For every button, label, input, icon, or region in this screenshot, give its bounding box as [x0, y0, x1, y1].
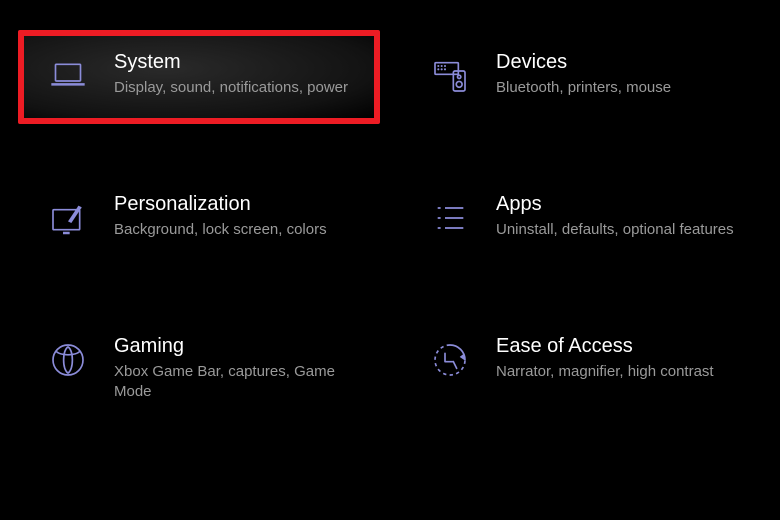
ease-of-access-icon	[426, 336, 474, 384]
settings-item-desc: Xbox Game Bar, captures, Game Mode	[114, 362, 358, 403]
settings-item-title: Devices	[496, 50, 671, 74]
apps-icon	[426, 194, 474, 242]
settings-grid: System Display, sound, notifications, po…	[0, 0, 780, 457]
settings-item-text: System Display, sound, notifications, po…	[114, 50, 348, 98]
settings-item-title: System	[114, 50, 348, 74]
settings-item-desc: Uninstall, defaults, optional features	[496, 220, 734, 240]
personalization-icon	[44, 194, 92, 242]
settings-item-desc: Display, sound, notifications, power	[114, 78, 348, 98]
devices-icon	[426, 52, 474, 100]
settings-item-desc: Bluetooth, printers, mouse	[496, 78, 671, 98]
settings-item-system[interactable]: System Display, sound, notifications, po…	[18, 30, 380, 124]
settings-item-text: Ease of Access Narrator, magnifier, high…	[496, 334, 714, 382]
settings-item-title: Ease of Access	[496, 334, 714, 358]
settings-item-desc: Narrator, magnifier, high contrast	[496, 362, 714, 382]
settings-item-text: Apps Uninstall, defaults, optional featu…	[496, 192, 734, 240]
settings-item-text: Gaming Xbox Game Bar, captures, Game Mod…	[114, 334, 358, 403]
settings-item-text: Devices Bluetooth, printers, mouse	[496, 50, 671, 98]
gaming-icon	[44, 336, 92, 384]
settings-item-desc: Background, lock screen, colors	[114, 220, 327, 240]
settings-item-personalization[interactable]: Personalization Background, lock screen,…	[18, 172, 380, 266]
settings-item-apps[interactable]: Apps Uninstall, defaults, optional featu…	[400, 172, 762, 266]
settings-item-title: Apps	[496, 192, 734, 216]
settings-item-title: Gaming	[114, 334, 358, 358]
laptop-icon	[44, 52, 92, 100]
settings-item-text: Personalization Background, lock screen,…	[114, 192, 327, 240]
settings-item-ease-of-access[interactable]: Ease of Access Narrator, magnifier, high…	[400, 314, 762, 427]
settings-item-devices[interactable]: Devices Bluetooth, printers, mouse	[400, 30, 762, 124]
settings-item-title: Personalization	[114, 192, 327, 216]
settings-item-gaming[interactable]: Gaming Xbox Game Bar, captures, Game Mod…	[18, 314, 380, 427]
